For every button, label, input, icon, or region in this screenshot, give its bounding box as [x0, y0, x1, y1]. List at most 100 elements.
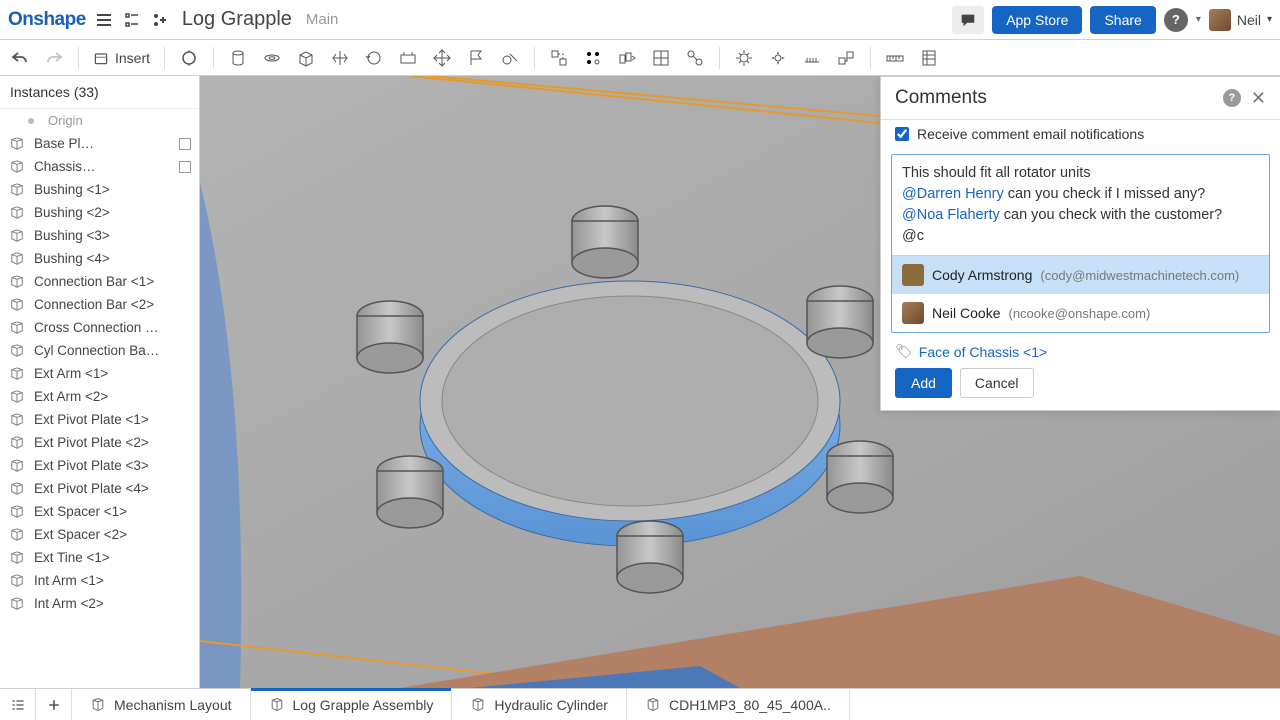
- tool-measure-icon[interactable]: [885, 48, 905, 68]
- sidebar-item[interactable]: Cyl Connection Ba…: [0, 339, 199, 362]
- tool-ring-icon[interactable]: [262, 48, 282, 68]
- tool-move-icon[interactable]: [432, 48, 452, 68]
- sidebar-item[interactable]: Ext Arm <2>: [0, 385, 199, 408]
- cancel-button[interactable]: Cancel: [960, 368, 1034, 398]
- tool-arrows-icon[interactable]: [330, 48, 350, 68]
- part-icon: [8, 390, 26, 404]
- assembly-icon: [269, 697, 285, 713]
- tool-cylinder-icon[interactable]: [228, 48, 248, 68]
- document-workspace[interactable]: Main: [306, 11, 339, 28]
- tab-list-icon[interactable]: [0, 689, 36, 720]
- tool-rotate-icon[interactable]: [364, 48, 384, 68]
- sidebar-item[interactable]: Ext Pivot Plate <3>: [0, 454, 199, 477]
- document-title[interactable]: Log Grapple: [182, 8, 292, 31]
- user-menu[interactable]: Neil ▾: [1209, 9, 1272, 31]
- part-icon: [8, 275, 26, 289]
- chevron-down-icon: ▾: [1267, 14, 1272, 25]
- notify-checkbox-row[interactable]: Receive comment email notifications: [881, 120, 1280, 148]
- part-icon: [8, 482, 26, 496]
- sidebar-item[interactable]: Ext Spacer <1>: [0, 500, 199, 523]
- sidebar-list[interactable]: OriginBase Pl…Chassis…Bushing <1>Bushing…: [0, 109, 199, 687]
- tool-gear2-icon[interactable]: [768, 48, 788, 68]
- origin-item[interactable]: Origin: [0, 109, 199, 132]
- tab[interactable]: Hydraulic Cylinder: [452, 689, 627, 720]
- appstore-button[interactable]: App Store: [992, 6, 1082, 34]
- tool-replicate-icon[interactable]: [617, 48, 637, 68]
- part-icon: [8, 551, 26, 565]
- part-icon: [8, 436, 26, 450]
- tool-plane-icon[interactable]: [398, 48, 418, 68]
- add-comment-button[interactable]: Add: [895, 368, 952, 398]
- sidebar-item[interactable]: Chassis…: [0, 155, 199, 178]
- sidebar-item[interactable]: Base Pl…: [0, 132, 199, 155]
- tab[interactable]: Mechanism Layout: [72, 689, 251, 720]
- toolbar: Insert: [0, 40, 1280, 76]
- sidebar-item[interactable]: Bushing <2>: [0, 201, 199, 224]
- add-tab-icon[interactable]: [36, 689, 72, 720]
- part-icon: [8, 298, 26, 312]
- tool-group-icon[interactable]: [549, 48, 569, 68]
- viewport-3d[interactable]: Comments ? ✕ Receive comment email notif…: [200, 76, 1280, 688]
- part-icon: [8, 413, 26, 427]
- tool-flag-icon[interactable]: [466, 48, 486, 68]
- help-icon[interactable]: ?: [1164, 8, 1188, 32]
- insert-button[interactable]: Insert: [93, 50, 150, 66]
- tool-revolve-icon[interactable]: [179, 48, 199, 68]
- comment-reference[interactable]: 🏷 Face of Chassis <1>: [881, 343, 1280, 368]
- tool-assembly-icon[interactable]: [836, 48, 856, 68]
- sidebar-item[interactable]: Int Arm <1>: [0, 569, 199, 592]
- comments-title: Comments: [895, 87, 1223, 109]
- instances-sidebar: Instances (33) OriginBase Pl…Chassis…Bus…: [0, 76, 200, 688]
- part-icon: [8, 252, 26, 266]
- menu-icon[interactable]: [94, 10, 114, 30]
- tool-pattern-icon[interactable]: [583, 48, 603, 68]
- tree-config-icon[interactable]: [122, 10, 142, 30]
- sidebar-item[interactable]: Ext Pivot Plate <4>: [0, 477, 199, 500]
- drawing-badge-icon: [179, 161, 191, 173]
- close-icon[interactable]: ✕: [1251, 88, 1266, 109]
- mention[interactable]: @Darren Henry: [902, 186, 1004, 202]
- reference-link[interactable]: Face of Chassis <1>: [919, 344, 1047, 360]
- tool-box-icon[interactable]: [296, 48, 316, 68]
- tool-bom-icon[interactable]: [919, 48, 939, 68]
- part-icon: [8, 574, 26, 588]
- tag-icon: 🏷: [895, 343, 913, 360]
- tool-gear-icon[interactable]: [734, 48, 754, 68]
- tab[interactable]: CDH1MP3_80_45_400A..: [627, 689, 850, 720]
- comments-toggle-icon[interactable]: [952, 6, 984, 34]
- notify-checkbox[interactable]: [895, 127, 909, 141]
- add-feature-icon[interactable]: [150, 10, 170, 30]
- sidebar-item[interactable]: Ext Tine <1>: [0, 546, 199, 569]
- app-logo[interactable]: Onshape: [8, 9, 86, 31]
- sidebar-header[interactable]: Instances (33): [0, 76, 199, 109]
- sidebar-item[interactable]: Ext Pivot Plate <1>: [0, 408, 199, 431]
- mention-suggestions: Cody Armstrong (cody@midwestmachinetech.…: [892, 255, 1269, 332]
- tool-tangent-icon[interactable]: [500, 48, 520, 68]
- sidebar-item[interactable]: Ext Spacer <2>: [0, 523, 199, 546]
- main-area: Instances (33) OriginBase Pl…Chassis…Bus…: [0, 76, 1280, 688]
- sidebar-item[interactable]: Bushing <1>: [0, 178, 199, 201]
- tool-rack-icon[interactable]: [802, 48, 822, 68]
- sidebar-item[interactable]: Bushing <3>: [0, 224, 199, 247]
- sidebar-item[interactable]: Connection Bar <1>: [0, 270, 199, 293]
- tool-grid-icon[interactable]: [651, 48, 671, 68]
- mention[interactable]: @Noa Flaherty: [902, 207, 1000, 223]
- mention-suggestion[interactable]: Neil Cooke (ncooke@onshape.com): [892, 294, 1269, 332]
- redo-icon[interactable]: [44, 48, 64, 68]
- sidebar-item[interactable]: Cross Connection …: [0, 316, 199, 339]
- part-icon: [8, 505, 26, 519]
- comment-text[interactable]: This should fit all rotator units @Darre…: [892, 155, 1269, 255]
- comments-help-icon[interactable]: ?: [1223, 89, 1241, 107]
- sidebar-item[interactable]: Int Arm <2>: [0, 592, 199, 615]
- tab[interactable]: Log Grapple Assembly: [251, 689, 453, 720]
- undo-icon[interactable]: [10, 48, 30, 68]
- sidebar-item[interactable]: Ext Pivot Plate <2>: [0, 431, 199, 454]
- share-button[interactable]: Share: [1090, 6, 1155, 34]
- sidebar-item[interactable]: Bushing <4>: [0, 247, 199, 270]
- comment-editor[interactable]: This should fit all rotator units @Darre…: [891, 154, 1270, 333]
- mention-suggestion[interactable]: Cody Armstrong (cody@midwestmachinetech.…: [892, 256, 1269, 294]
- sidebar-item[interactable]: Ext Arm <1>: [0, 362, 199, 385]
- sidebar-item[interactable]: Connection Bar <2>: [0, 293, 199, 316]
- tool-relation-icon[interactable]: [685, 48, 705, 68]
- part-icon: [8, 137, 26, 151]
